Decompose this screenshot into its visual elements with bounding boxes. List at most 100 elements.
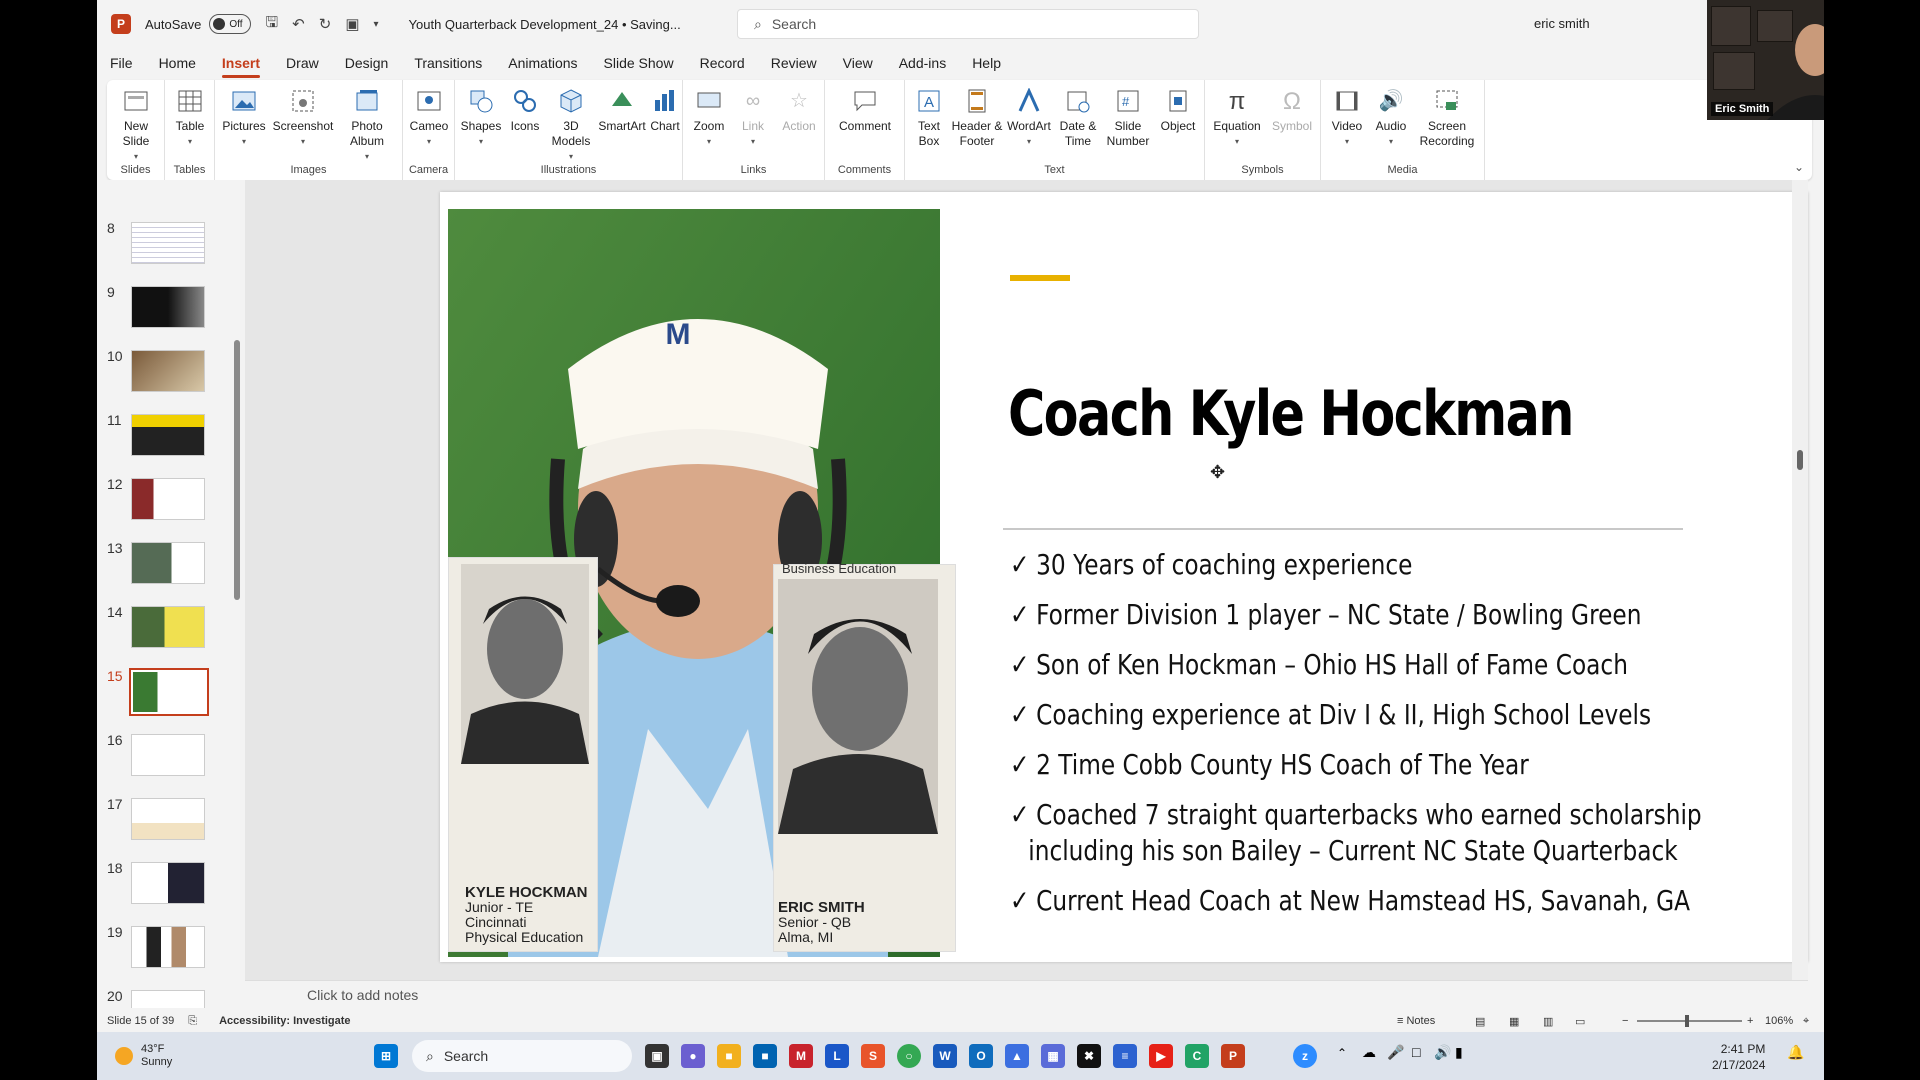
capcut-icon[interactable]: ✖ [1077, 1044, 1101, 1068]
thumbnail-slide-9[interactable]: 9 [97, 284, 245, 344]
object-button[interactable]: Object [1155, 86, 1201, 134]
tab-help[interactable]: Help [959, 52, 1014, 76]
symbol-button[interactable]: Ω Symbol [1267, 86, 1317, 134]
fit-slide-icon[interactable]: ⌖ [1803, 1015, 1809, 1028]
zoom-out-icon[interactable]: − [1622, 1015, 1628, 1027]
thumbnail-image[interactable] [131, 926, 205, 968]
thumbnail-slide-14[interactable]: 14 [97, 604, 245, 664]
3d-models-button[interactable]: 3D Models ▾ [547, 86, 595, 164]
audio-button[interactable]: 🔊 Audio ▾ [1371, 86, 1411, 149]
tab-draw[interactable]: Draw [273, 52, 332, 76]
thumbnail-image[interactable] [131, 286, 205, 328]
save-icon[interactable]: 🖫 [265, 12, 278, 37]
slide-15[interactable]: M KYLE HOCKMAN Junior - TE Cincinnati Ph… [440, 192, 1808, 962]
tab-review[interactable]: Review [758, 52, 830, 76]
thumbnail-slide-18[interactable]: 18 [97, 860, 245, 920]
zoom-in-icon[interactable]: + [1747, 1015, 1753, 1027]
tab-slide-show[interactable]: Slide Show [591, 52, 687, 76]
thumbnail-image[interactable] [131, 542, 205, 584]
thumbnail-image[interactable] [131, 414, 205, 456]
thumbnail-image[interactable] [131, 862, 205, 904]
chart-button[interactable]: Chart [647, 86, 683, 134]
yearbook-photo-right[interactable]: Business Education ERIC SMITH Senior - Q… [773, 561, 956, 952]
notes-button[interactable]: ≡ Notes [1397, 1015, 1435, 1027]
photo-album-button[interactable]: Photo Album ▾ [337, 86, 397, 164]
search-box[interactable]: ⌕ Search [737, 9, 1199, 39]
weather-widget[interactable]: 43°F Sunny [115, 1043, 172, 1069]
thumbnail-image[interactable] [131, 798, 205, 840]
slide-scrollbar[interactable] [1792, 180, 1808, 980]
collapse-ribbon-icon[interactable]: ⌄ [1794, 160, 1804, 174]
thumbnail-slide-16[interactable]: 16 [97, 732, 245, 792]
new-slide-button[interactable]: New Slide ▾ [111, 86, 161, 164]
app-icon[interactable]: ▲ [1005, 1044, 1029, 1068]
word-icon[interactable]: W [933, 1044, 957, 1068]
network-icon[interactable]: □ [1412, 1044, 1420, 1060]
thumbnail-slide-11[interactable]: 11 [97, 412, 245, 472]
thumbnail-slide-15[interactable]: 15 [97, 668, 245, 728]
redo-icon[interactable]: ↻ [319, 15, 332, 33]
windows-start-icon[interactable]: ⊞ [374, 1044, 398, 1068]
slide-sorter-icon[interactable]: ▦ [1509, 1015, 1519, 1028]
system-clock[interactable]: 2:41 PM 2/17/2024 [1712, 1041, 1765, 1073]
tab-view[interactable]: View [830, 52, 886, 76]
zoom-slider[interactable] [1637, 1015, 1742, 1027]
tab-animations[interactable]: Animations [495, 52, 590, 76]
cameo-button[interactable]: Cameo ▾ [407, 86, 451, 149]
user-name[interactable]: eric smith [1534, 16, 1590, 31]
thumbnail-image[interactable] [131, 990, 205, 1008]
thumbnail-image[interactable] [131, 350, 205, 392]
notification-bell-icon[interactable]: 🔔 [1787, 1044, 1804, 1061]
store-icon[interactable]: ■ [753, 1044, 777, 1068]
calculator-icon[interactable]: ▦ [1041, 1044, 1065, 1068]
mcafee-icon[interactable]: M [789, 1044, 813, 1068]
screenshot-button[interactable]: Screenshot ▾ [271, 86, 335, 149]
microphone-icon[interactable]: 🎤 [1387, 1044, 1404, 1061]
yearbook-photo-left[interactable]: KYLE HOCKMAN Junior - TE Cincinnati Phys… [448, 557, 598, 952]
shapes-button[interactable]: Shapes ▾ [459, 86, 503, 149]
thumbnail-slide-12[interactable]: 12 [97, 476, 245, 536]
slide-number-button[interactable]: # Slide Number [1103, 86, 1153, 149]
notepad-icon[interactable]: ≡ [1113, 1044, 1137, 1068]
comment-button[interactable]: Comment [831, 86, 899, 134]
autosave-toggle[interactable]: Off [209, 14, 252, 34]
thumbnail-slide-19[interactable]: 19 [97, 924, 245, 984]
reading-view-icon[interactable]: ▥ [1543, 1015, 1553, 1028]
thumbnail-slide-20[interactable]: 20 [97, 988, 245, 1008]
taskbar-search[interactable]: ⌕ Search [412, 1040, 632, 1072]
text-box-button[interactable]: A Text Box [909, 86, 949, 149]
wordart-button[interactable]: WordArt ▾ [1005, 86, 1053, 149]
tray-overflow-icon[interactable]: ⌃ [1337, 1046, 1347, 1060]
link-button[interactable]: ∞ Link ▾ [733, 86, 773, 149]
thumbnail-image[interactable] [129, 668, 209, 716]
zoom-app-icon[interactable]: z [1293, 1044, 1317, 1068]
document-title[interactable]: Youth Quarterback Development_24 • Savin… [409, 17, 681, 32]
tab-file[interactable]: File [97, 52, 146, 76]
tab-add-ins[interactable]: Add-ins [886, 52, 959, 76]
tab-design[interactable]: Design [332, 52, 402, 76]
s-app-icon[interactable]: S [861, 1044, 885, 1068]
powerpoint-taskbar-icon[interactable]: P [1221, 1044, 1245, 1068]
task-view-icon[interactable]: ▣ [645, 1044, 669, 1068]
notes-pane[interactable]: Click to add notes [245, 980, 1808, 1010]
date-time-button[interactable]: Date & Time [1055, 86, 1101, 149]
tab-insert[interactable]: Insert [209, 52, 273, 78]
present-icon[interactable]: ▣ [345, 15, 359, 33]
youtube-icon[interactable]: ▶ [1149, 1044, 1173, 1068]
thumbnail-slide-10[interactable]: 10 [97, 348, 245, 408]
icons-button[interactable]: Icons [505, 86, 545, 134]
battery-icon[interactable]: ▮ [1455, 1044, 1463, 1061]
screen-recording-button[interactable]: Screen Recording [1413, 86, 1481, 149]
zoom-button[interactable]: Zoom ▾ [689, 86, 729, 149]
action-button[interactable]: ☆ Action [777, 86, 821, 134]
customize-qat-icon[interactable]: ▾ [374, 19, 379, 30]
zoom-percentage[interactable]: 106% [1765, 1015, 1793, 1027]
table-button[interactable]: Table ▾ [169, 86, 211, 149]
thumbnail-slide-13[interactable]: 13 [97, 540, 245, 600]
slideshow-view-icon[interactable]: ▭ [1575, 1015, 1585, 1028]
pictures-button[interactable]: Pictures ▾ [219, 86, 269, 149]
accessibility-status[interactable]: Accessibility: Investigate [219, 1015, 350, 1027]
bullet-list[interactable]: ✓ 30 Years of coaching experience ✓ Former… [1010, 547, 1730, 933]
thumbnail-slide-17[interactable]: 17 [97, 796, 245, 856]
header-footer-button[interactable]: Header & Footer [951, 86, 1003, 149]
